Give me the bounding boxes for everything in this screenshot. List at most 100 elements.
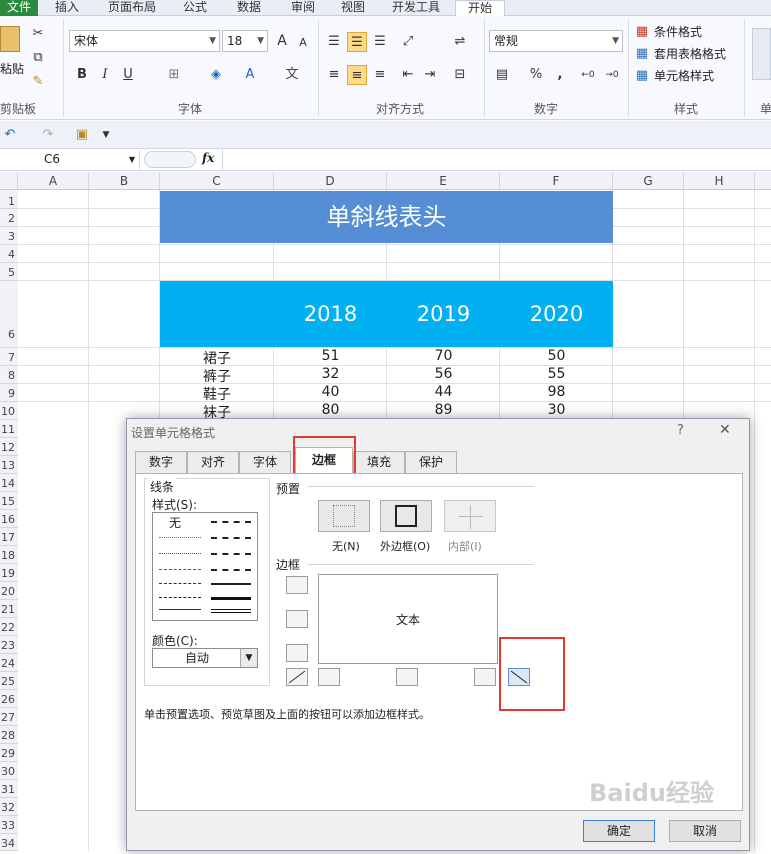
tab-insert[interactable]: 插入: [44, 0, 90, 16]
ok-button[interactable]: 确定: [583, 820, 655, 842]
row-header[interactable]: 10: [0, 402, 18, 420]
row-header[interactable]: 33: [0, 816, 18, 834]
preset-outline-button[interactable]: [380, 500, 432, 532]
font-color-icon[interactable]: A: [240, 65, 260, 85]
name-box[interactable]: C6 ▼: [0, 150, 140, 169]
row-header[interactable]: 22: [0, 618, 18, 636]
row-header[interactable]: 13: [0, 456, 18, 474]
fill-color-icon[interactable]: ◈: [206, 65, 226, 85]
tab-font[interactable]: 字体: [239, 451, 291, 473]
tab-data[interactable]: 数据: [226, 0, 272, 16]
grow-font-icon[interactable]: A: [272, 31, 292, 51]
formula-input[interactable]: [222, 149, 771, 170]
tab-review[interactable]: 审阅: [280, 0, 326, 16]
row-header[interactable]: 34: [0, 834, 18, 851]
border-bottom-button[interactable]: [286, 644, 308, 662]
row-header[interactable]: 20: [0, 582, 18, 600]
line-style-list[interactable]: 无: [152, 512, 258, 621]
table-cell[interactable]: 55: [500, 366, 613, 382]
font-name-select[interactable]: 宋体 ▼: [69, 30, 220, 52]
line-style-item[interactable]: [159, 553, 201, 554]
row-header[interactable]: 24: [0, 654, 18, 672]
merge-center-icon[interactable]: ⊟: [450, 65, 470, 85]
table-cell[interactable]: 56: [387, 366, 500, 382]
table-cell[interactable]: 70: [387, 348, 500, 364]
tab-number[interactable]: 数字: [135, 451, 187, 473]
row-header[interactable]: 15: [0, 492, 18, 510]
border-center-button[interactable]: [396, 668, 418, 686]
column-header[interactable]: B: [89, 172, 160, 190]
line-style-none[interactable]: 无: [169, 514, 181, 531]
line-style-item[interactable]: [159, 609, 201, 610]
format-painter-icon[interactable]: ✎: [28, 72, 48, 92]
row-header[interactable]: 12: [0, 438, 18, 456]
tab-home[interactable]: 开始: [455, 0, 505, 17]
font-size-select[interactable]: 18 ▼: [222, 30, 268, 52]
column-header[interactable]: H: [684, 172, 755, 190]
insert-function-button[interactable]: fx: [202, 151, 214, 165]
border-middle-button[interactable]: [286, 610, 308, 628]
line-style-item[interactable]: [159, 569, 201, 570]
table-cell[interactable]: 32: [274, 366, 387, 382]
help-button[interactable]: ?: [677, 423, 684, 438]
preset-none-button[interactable]: [318, 500, 370, 532]
table-cell[interactable]: 裤子: [160, 366, 274, 386]
line-style-item[interactable]: [211, 609, 251, 613]
table-cell[interactable]: 裙子: [160, 348, 274, 368]
border-right-button[interactable]: [474, 668, 496, 686]
table-cell[interactable]: 51: [274, 348, 387, 364]
tab-developer[interactable]: 开发工具: [384, 0, 448, 16]
line-style-item[interactable]: [159, 537, 201, 538]
cut-icon[interactable]: ✂: [28, 24, 48, 44]
row-header[interactable]: 29: [0, 744, 18, 762]
undo-icon[interactable]: ↶: [0, 125, 20, 145]
line-style-item[interactable]: [211, 597, 251, 600]
color-select[interactable]: 自动 ▼: [152, 648, 258, 668]
border-preview[interactable]: 文本: [318, 574, 498, 664]
format-as-table-button[interactable]: 套用表格格式: [654, 45, 726, 62]
decrease-indent-icon[interactable]: ⇤: [398, 65, 418, 85]
row-header[interactable]: 23: [0, 636, 18, 654]
italic-button[interactable]: I: [95, 65, 115, 85]
underline-button[interactable]: U: [118, 65, 138, 85]
row-header[interactable]: 31: [0, 780, 18, 798]
close-button[interactable]: ✕: [719, 422, 731, 438]
copy-icon[interactable]: ⧉: [28, 48, 48, 68]
line-style-item[interactable]: [211, 583, 251, 585]
align-bottom-icon[interactable]: ☰: [370, 32, 390, 52]
row-header[interactable]: 16: [0, 510, 18, 528]
border-left-button[interactable]: [318, 668, 340, 686]
row-header[interactable]: 21: [0, 600, 18, 618]
bold-button[interactable]: B: [72, 65, 92, 85]
row-header[interactable]: 18: [0, 546, 18, 564]
row-header[interactable]: 28: [0, 726, 18, 744]
percent-button[interactable]: %: [526, 65, 546, 85]
cell-styles-button[interactable]: 单元格样式: [654, 67, 714, 84]
column-header[interactable]: G: [613, 172, 684, 190]
tab-protection[interactable]: 保护: [405, 451, 457, 473]
row-header[interactable]: 30: [0, 762, 18, 780]
row-header[interactable]: 7: [0, 348, 18, 366]
select-all-corner[interactable]: [0, 172, 18, 190]
diagonal-up-button[interactable]: [286, 668, 308, 686]
row-header[interactable]: 8: [0, 366, 18, 384]
column-header[interactable]: F: [500, 172, 613, 190]
align-right-icon[interactable]: ≡: [370, 65, 390, 85]
align-left-icon[interactable]: ≡: [324, 65, 344, 85]
column-header[interactable]: E: [387, 172, 500, 190]
column-header[interactable]: A: [18, 172, 89, 190]
table-cell[interactable]: 98: [500, 384, 613, 400]
align-center-icon[interactable]: ≡: [347, 65, 367, 85]
row-header[interactable]: 9: [0, 384, 18, 402]
table-cell[interactable]: 鞋子: [160, 384, 274, 404]
column-header[interactable]: D: [274, 172, 387, 190]
customize-toolbar-icon[interactable]: ▼: [96, 125, 116, 145]
row-header[interactable]: 5: [0, 263, 18, 281]
row-header[interactable]: 1: [0, 190, 18, 209]
line-style-item[interactable]: [211, 537, 251, 539]
row-header[interactable]: 4: [0, 245, 18, 263]
paste-icon[interactable]: ▣: [72, 125, 92, 145]
row-header[interactable]: 25: [0, 672, 18, 690]
table-title[interactable]: 单斜线表头: [160, 191, 613, 243]
number-format-select[interactable]: 常规 ▼: [489, 30, 623, 52]
